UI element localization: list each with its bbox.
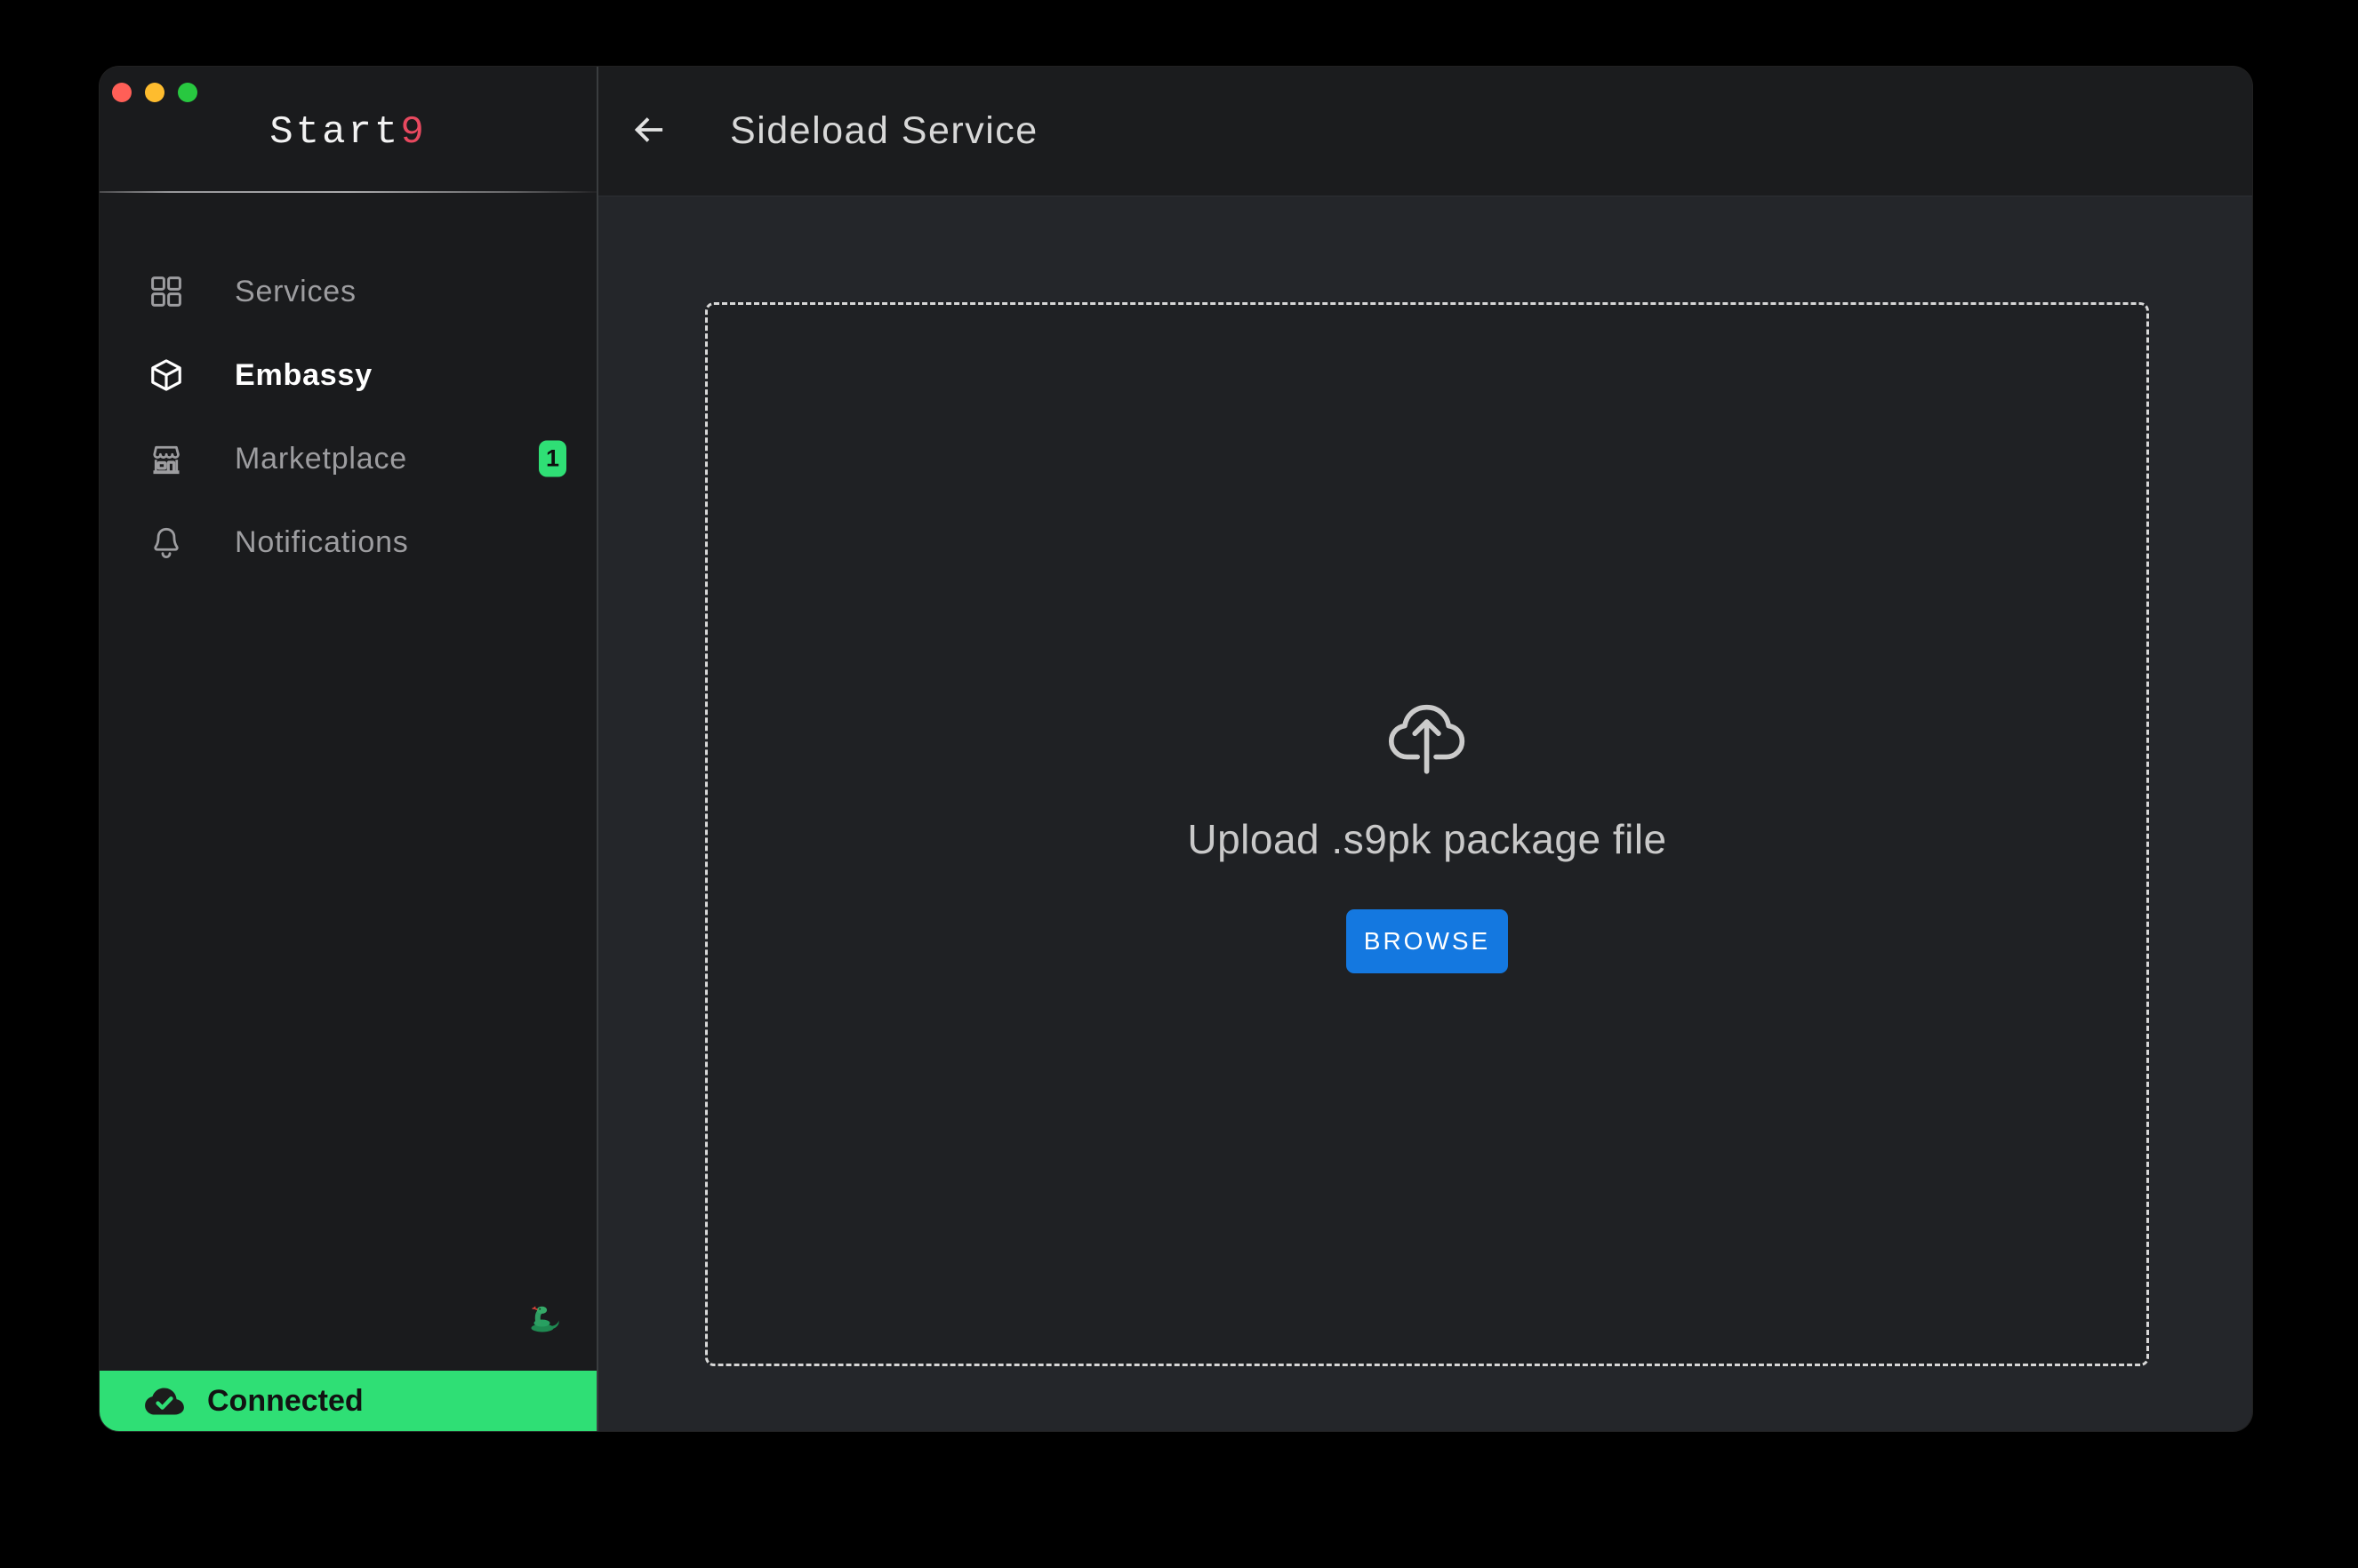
- logo-text: Start: [269, 110, 400, 155]
- marketplace-count-badge: 1: [539, 441, 566, 477]
- sidebar-item-services[interactable]: Services: [100, 250, 597, 333]
- minimize-button[interactable]: [145, 83, 164, 102]
- main-panel: Sideload Service Upload .s9pk package fi…: [598, 67, 2252, 1431]
- storefront-icon: [148, 440, 185, 477]
- sidebar-item-label: Services: [235, 275, 357, 309]
- page-title: Sideload Service: [730, 109, 1039, 153]
- main-content: Upload .s9pk package file BROWSE: [598, 196, 2252, 1431]
- close-button[interactable]: [112, 83, 132, 102]
- window-controls: [112, 83, 197, 102]
- upload-label: Upload .s9pk package file: [1187, 815, 1666, 863]
- back-button[interactable]: [630, 114, 666, 149]
- desktop-background: Start9 Services: [0, 0, 2358, 1568]
- cube-icon: [148, 356, 185, 394]
- bell-icon: [148, 524, 185, 561]
- connection-status-label: Connected: [207, 1384, 364, 1419]
- sidebar-item-label: Notifications: [235, 525, 409, 560]
- grid-icon: [148, 273, 185, 310]
- cloud-check-icon: [144, 1386, 185, 1417]
- snake-icon: [526, 1303, 560, 1333]
- sidebar: Start9 Services: [100, 67, 598, 1431]
- sidebar-divider: [100, 191, 597, 193]
- browse-button[interactable]: BROWSE: [1346, 909, 1508, 973]
- sidebar-item-label: Marketplace: [235, 442, 407, 476]
- app-window: Start9 Services: [100, 67, 2252, 1431]
- sidebar-item-marketplace[interactable]: Marketplace 1: [100, 417, 597, 500]
- arrow-left-icon: [630, 112, 666, 150]
- logo-accent: 9: [400, 110, 426, 155]
- sidebar-item-embassy[interactable]: Embassy: [100, 333, 597, 417]
- app-logo: Start9: [100, 110, 597, 155]
- cloud-upload-icon: [1383, 696, 1472, 776]
- upload-dropzone[interactable]: Upload .s9pk package file BROWSE: [705, 302, 2149, 1366]
- sidebar-item-label: Embassy: [235, 358, 373, 393]
- zoom-button[interactable]: [178, 83, 197, 102]
- connection-status-bar: Connected: [100, 1371, 597, 1431]
- sidebar-menu: Services Embassy: [100, 250, 597, 584]
- page-header: Sideload Service: [598, 67, 2252, 196]
- sidebar-item-notifications[interactable]: Notifications: [100, 500, 597, 584]
